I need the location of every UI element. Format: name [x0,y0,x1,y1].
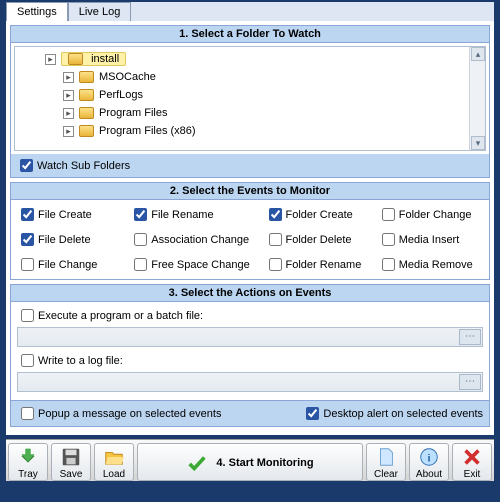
folder-open-icon [103,446,125,468]
writelog-row: Write to a log file: [17,351,483,370]
writelog-browse-button[interactable]: ⋯ [459,374,481,390]
tab-strip: Settings Live Log [6,2,494,21]
tray-arrow-icon [17,446,39,468]
tray-button[interactable]: Tray [8,443,48,481]
chk-file-delete[interactable]: File Delete [17,230,122,249]
section1-title: 1. Select a Folder To Watch [11,26,489,43]
writelog-label: Write to a log file: [38,355,123,367]
chk-folder-change[interactable]: Folder Change [378,205,483,224]
tree-item[interactable]: ▸ install [23,50,482,68]
chk-association-change[interactable]: Association Change [130,230,256,249]
expand-icon[interactable]: ▸ [63,90,74,101]
info-icon: i [418,446,440,468]
chk-desktop-alert[interactable]: Desktop alert on selected events [302,404,483,423]
svg-text:i: i [428,454,431,465]
expand-icon[interactable]: ▸ [63,126,74,137]
tree-item[interactable]: ▸ Program Files (x86) [23,122,482,140]
writelog-path-input[interactable]: ⋯ [17,372,483,392]
execute-row: Execute a program or a batch file: [17,306,483,325]
floppy-icon [60,446,82,468]
section-actions: 3. Select the Actions on Events Execute … [10,284,490,427]
section-folder-watch: 1. Select a Folder To Watch ▸ install ▸ M… [10,25,490,178]
page-icon [375,446,397,468]
tab-live-log[interactable]: Live Log [68,2,132,21]
expand-icon[interactable]: ▸ [63,108,74,119]
tree-label: Program Files (x86) [99,125,196,137]
execute-browse-button[interactable]: ⋯ [459,329,481,345]
tree-label: Program Files [99,107,167,119]
writelog-checkbox[interactable] [21,354,34,367]
watch-sub-row: Watch Sub Folders [11,154,489,177]
execute-path-input[interactable]: ⋯ [17,327,483,347]
tree-scrollbar[interactable]: ▴ ▾ [469,47,485,150]
execute-label: Execute a program or a batch file: [38,310,203,322]
chk-media-insert[interactable]: Media Insert [378,230,483,249]
start-monitoring-button[interactable]: 4. Start Monitoring [137,443,363,481]
chk-folder-rename[interactable]: Folder Rename [265,255,370,274]
chk-media-remove[interactable]: Media Remove [378,255,483,274]
section2-title: 2. Select the Events to Monitor [11,183,489,200]
scroll-up-icon[interactable]: ▴ [471,47,485,61]
chk-file-create[interactable]: File Create [17,205,122,224]
tab-settings[interactable]: Settings [6,2,68,21]
save-button[interactable]: Save [51,443,91,481]
section3-title: 3. Select the Actions on Events [11,285,489,302]
chk-file-rename[interactable]: File Rename [130,205,256,224]
expand-icon[interactable]: ▸ [63,72,74,83]
execute-checkbox[interactable] [21,309,34,322]
tree-label: install [91,53,119,65]
chk-folder-delete[interactable]: Folder Delete [265,230,370,249]
tree-highlight: install [61,52,126,66]
section-events: 2. Select the Events to Monitor File Cre… [10,182,490,280]
folder-icon [79,71,94,83]
scroll-down-icon[interactable]: ▾ [471,136,485,150]
load-button[interactable]: Load [94,443,134,481]
chk-file-change[interactable]: File Change [17,255,122,274]
watch-sub-checkbox[interactable] [20,159,33,172]
about-button[interactable]: i About [409,443,449,481]
chk-free-space-change[interactable]: Free Space Change [130,255,256,274]
expand-icon[interactable]: ▸ [45,54,56,65]
chk-popup-message[interactable]: Popup a message on selected events [17,404,221,423]
folder-tree[interactable]: ▸ install ▸ MSOCache ▸ PerfLogs ▸ Program F… [14,46,486,151]
exit-button[interactable]: Exit [452,443,492,481]
tree-item[interactable]: ▸ MSOCache [23,68,482,86]
folder-icon [79,125,94,137]
tree-label: MSOCache [99,71,156,83]
watch-sub-label: Watch Sub Folders [37,160,130,172]
close-x-icon [461,446,483,468]
tree-item[interactable]: ▸ PerfLogs [23,86,482,104]
bottom-toolbar: Tray Save Load 4. Start Monitoring Clear… [6,439,494,481]
folder-icon [79,89,94,101]
chk-folder-create[interactable]: Folder Create [265,205,370,224]
clear-button[interactable]: Clear [366,443,406,481]
tree-label: PerfLogs [99,89,143,101]
tree-item[interactable]: ▸ Program Files [23,104,482,122]
folder-icon [68,53,83,65]
folder-icon [79,107,94,119]
check-icon [186,452,208,474]
